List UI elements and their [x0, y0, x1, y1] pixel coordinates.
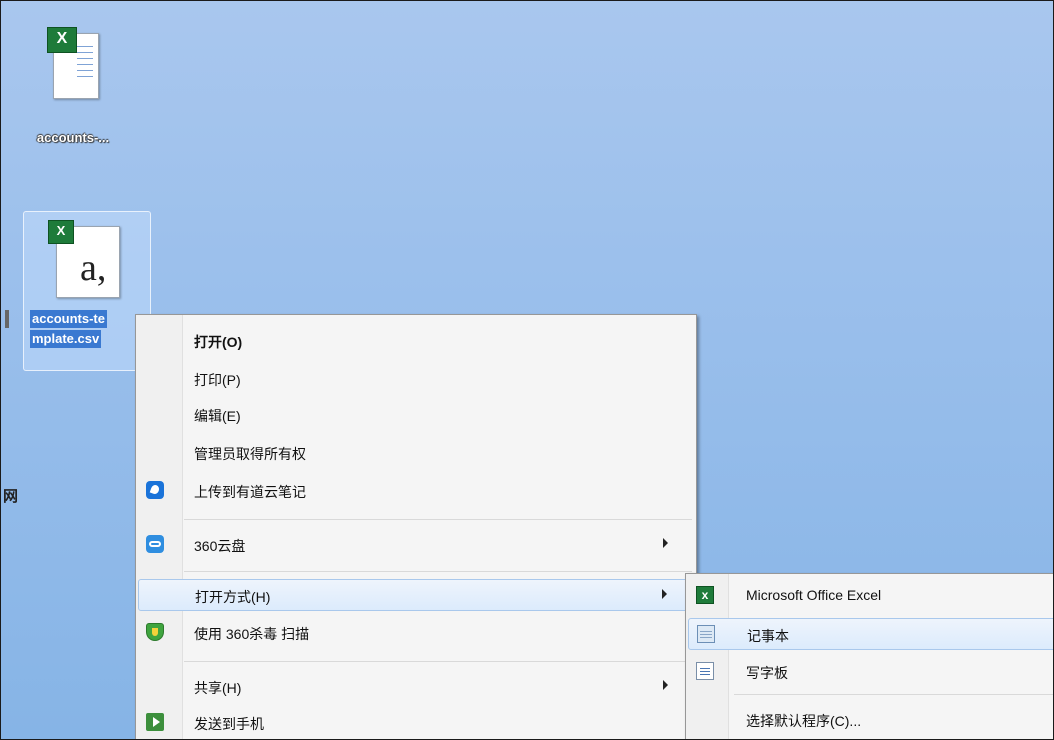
submenu-item-excel[interactable]: x Microsoft Office Excel [688, 580, 1053, 612]
menu-item-open[interactable]: 打开(O) [138, 325, 694, 357]
menu-separator [184, 519, 692, 520]
partial-desktop-icon [5, 310, 9, 328]
menu-separator [734, 694, 1053, 695]
360-cloud-icon [146, 535, 164, 553]
menu-item-label: 360云盘 [194, 538, 246, 554]
open-with-submenu: x Microsoft Office Excel 记事本 写字板 选择默认程序(… [685, 573, 1053, 739]
partial-desktop-label: 网 [3, 487, 19, 505]
menu-item-label: 使用 360杀毒 扫描 [194, 626, 310, 642]
menu-item-edit[interactable]: 编辑(E) [138, 399, 694, 431]
submenu-arrow-icon [663, 680, 668, 690]
desktop-icon-label-line2: mplate.csv [30, 330, 102, 348]
desktop-icon-label-line1: accounts-te [30, 310, 107, 328]
menu-item-share[interactable]: 共享(H) [138, 671, 694, 703]
menu-item-label: 写字板 [746, 665, 788, 681]
submenu-arrow-icon [663, 538, 668, 548]
desktop-icon-accounts-template-csv[interactable]: X a, accounts-te mplate.csv [23, 211, 151, 371]
menu-item-label: 打印(P) [194, 372, 241, 388]
notepad-icon [697, 625, 715, 643]
360-antivirus-shield-icon [146, 623, 164, 641]
context-menu: 打开(O) 打印(P) 编辑(E) 管理员取得所有权 上传到有道云笔记 360云… [135, 314, 697, 739]
menu-item-label: 上传到有道云笔记 [194, 484, 306, 500]
excel-file-icon: X [47, 25, 99, 101]
youdao-note-icon [146, 481, 164, 499]
menu-item-label: 管理员取得所有权 [194, 446, 306, 462]
desktop-icon-label: accounts-... [36, 130, 110, 145]
submenu-item-choose-default[interactable]: 选择默认程序(C)... [688, 704, 1053, 736]
menu-separator [184, 661, 692, 662]
send-to-phone-icon [146, 713, 164, 731]
submenu-arrow-icon [662, 589, 667, 599]
desktop[interactable]: X accounts-... X a, accounts-te mplate.c… [0, 0, 1054, 740]
menu-item-take-ownership[interactable]: 管理员取得所有权 [138, 437, 694, 469]
menu-item-label: 记事本 [747, 628, 789, 644]
menu-separator [184, 571, 692, 572]
menu-item-label: 发送到手机 [194, 716, 264, 732]
menu-item-print[interactable]: 打印(P) [138, 363, 694, 395]
menu-item-label: 选择默认程序(C)... [746, 713, 862, 729]
menu-item-label: 打开(O) [194, 334, 243, 350]
submenu-item-wordpad[interactable]: 写字板 [688, 656, 1053, 688]
menu-item-upload-youdao[interactable]: 上传到有道云笔记 [138, 475, 694, 507]
menu-item-label: 打开方式(H) [195, 589, 271, 605]
menu-item-label: 编辑(E) [194, 408, 241, 424]
menu-item-label: Microsoft Office Excel [746, 587, 882, 603]
wordpad-icon [696, 662, 714, 680]
menu-item-label: 共享(H) [194, 680, 242, 696]
menu-item-send-to-phone[interactable]: 发送到手机 [138, 707, 694, 739]
excel-icon: x [696, 586, 714, 604]
csv-file-icon: X a, [48, 220, 124, 300]
menu-item-open-with[interactable]: 打开方式(H) [138, 579, 694, 611]
menu-item-360-cloud[interactable]: 360云盘 [138, 529, 694, 561]
submenu-item-notepad[interactable]: 记事本 [688, 618, 1053, 650]
menu-item-360-scan[interactable]: 使用 360杀毒 扫描 [138, 617, 694, 649]
